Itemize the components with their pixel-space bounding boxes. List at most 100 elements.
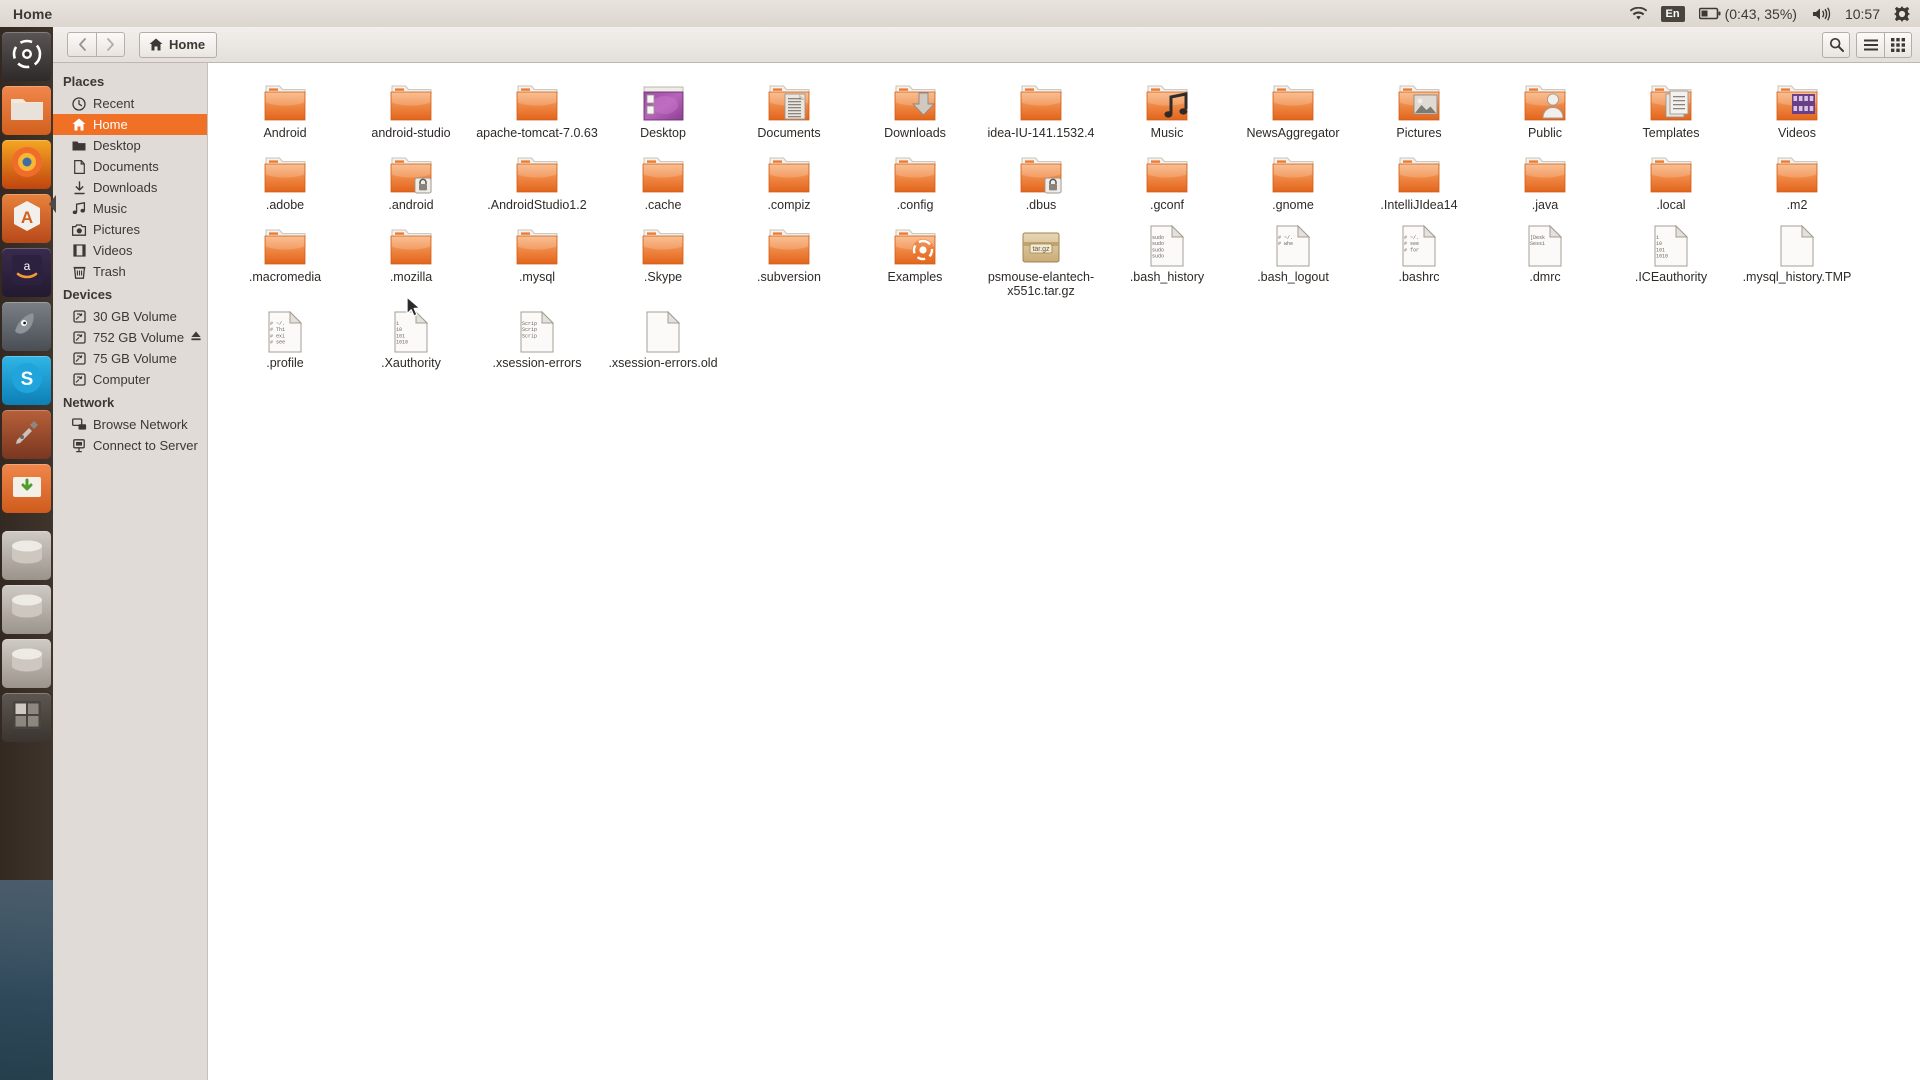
breadcrumb-home[interactable]: Home	[139, 31, 218, 58]
icon-view-button[interactable]	[1884, 31, 1912, 58]
clock[interactable]: 10:57	[1845, 6, 1880, 22]
file-item[interactable]: .mysql	[474, 217, 600, 298]
launcher-item-volume-752gb[interactable]	[2, 585, 51, 634]
forward-button[interactable]	[96, 32, 125, 57]
document-icon	[71, 159, 87, 175]
volume-icon[interactable]	[1811, 6, 1831, 21]
sidebar-item-home[interactable]: Home	[53, 114, 207, 135]
folder-icon	[513, 148, 561, 196]
file-item[interactable]: Pictures	[1356, 73, 1482, 140]
svg-text:10: 10	[396, 327, 402, 333]
file-item[interactable]: android-studio	[348, 73, 474, 140]
file-label: .xsession-errors.old	[608, 356, 718, 370]
file-item[interactable]: Public	[1482, 73, 1608, 140]
text-icon: 1 10 101 1010	[1647, 220, 1695, 268]
file-item[interactable]: Android	[222, 73, 348, 140]
sidebar-item-videos[interactable]: Videos	[53, 240, 207, 261]
sidebar-item-recent[interactable]: Recent	[53, 93, 207, 114]
file-item[interactable]: # ~/. # see # for .bashrc	[1356, 217, 1482, 298]
files-nautilus-icon	[10, 94, 44, 127]
sidebar-item-documents[interactable]: Documents	[53, 156, 207, 177]
launcher-item-skype[interactable]: S	[2, 356, 51, 405]
file-item[interactable]: .adobe	[222, 145, 348, 212]
file-label: .mozilla	[389, 270, 433, 284]
launcher-item-workspace-switcher[interactable]	[2, 693, 51, 742]
file-item[interactable]: Desktop	[600, 73, 726, 140]
sidebar-item-752-gb-volume[interactable]: 752 GB Volume	[53, 327, 207, 348]
file-item[interactable]: NewsAggregator	[1230, 73, 1356, 140]
file-item[interactable]: .IntelliJIdea14	[1356, 145, 1482, 212]
file-item[interactable]: .compiz	[726, 145, 852, 212]
eject-icon[interactable]	[190, 330, 202, 345]
grid-icon	[1891, 37, 1905, 52]
launcher-item-software-updater[interactable]	[2, 464, 51, 513]
file-item[interactable]: .gconf	[1104, 145, 1230, 212]
sidebar-item-browse-network[interactable]: Browse Network	[53, 414, 207, 435]
sidebar-item-30-gb-volume[interactable]: 30 GB Volume	[53, 306, 207, 327]
file-item[interactable]: .macromedia	[222, 217, 348, 298]
svg-text:# for: # for	[1404, 247, 1419, 253]
file-item[interactable]: apache-tomcat-7.0.63	[474, 73, 600, 140]
file-item[interactable]: .local	[1608, 145, 1734, 212]
file-item[interactable]: Examples	[852, 217, 978, 298]
file-item[interactable]: # ~/. # whe .bash_logout	[1230, 217, 1356, 298]
launcher-item-amazon[interactable]: a	[2, 248, 51, 297]
file-item[interactable]: .gnome	[1230, 145, 1356, 212]
launcher-item-gimp[interactable]	[2, 302, 51, 351]
list-icon	[1863, 39, 1878, 50]
file-item[interactable]: .android	[348, 145, 474, 212]
sidebar-item-music[interactable]: Music	[53, 198, 207, 219]
file-item[interactable]: .AndroidStudio1.2	[474, 145, 600, 212]
launcher-item-ubuntu-dash[interactable]	[2, 32, 51, 81]
file-item[interactable]: [Desk Sessi .dmrc	[1482, 217, 1608, 298]
file-item[interactable]: # ~/. # Thi # exi # see .profile	[222, 303, 348, 370]
sidebar-item-label: Videos	[93, 243, 133, 258]
sidebar-item-downloads[interactable]: Downloads	[53, 177, 207, 198]
file-item[interactable]: Downloads	[852, 73, 978, 140]
sidebar-resize-handle[interactable]	[48, 193, 57, 215]
search-button[interactable]	[1822, 31, 1850, 58]
file-item[interactable]: Music	[1104, 73, 1230, 140]
file-item[interactable]: Templates	[1608, 73, 1734, 140]
file-item[interactable]: sudo sudo sudo sudo .bash_history	[1104, 217, 1230, 298]
file-item[interactable]: idea-IU-141.1532.4	[978, 73, 1104, 140]
sidebar-item-desktop[interactable]: Desktop	[53, 135, 207, 156]
icon-view[interactable]: Android android-studio apache-tomcat-7.0.6…	[208, 63, 1920, 1080]
file-item[interactable]: 1 10 101 1010 .ICEauthority	[1608, 217, 1734, 298]
file-item[interactable]: 1 10 101 1010 .Xauthority	[348, 303, 474, 370]
file-item[interactable]: tar.gz psmouse-elantech-x551c.tar.gz	[978, 217, 1104, 298]
file-item[interactable]: .mozilla	[348, 217, 474, 298]
sidebar-item-connect-to-server[interactable]: Connect to Server	[53, 435, 207, 456]
sidebar-item-computer[interactable]: Computer	[53, 369, 207, 390]
file-item[interactable]: .m2	[1734, 145, 1860, 212]
launcher-item-ubuntu-software-center[interactable]: A	[2, 194, 51, 243]
launcher-item-system-settings[interactable]	[2, 410, 51, 459]
file-item[interactable]: .cache	[600, 145, 726, 212]
file-item[interactable]: Videos	[1734, 73, 1860, 140]
launcher-item-firefox[interactable]	[2, 140, 51, 189]
back-button[interactable]	[67, 32, 96, 57]
sidebar-item-trash[interactable]: Trash	[53, 261, 207, 282]
launcher-item-volume-30gb[interactable]	[2, 531, 51, 580]
launcher-item-files-nautilus[interactable]	[2, 86, 51, 135]
file-item[interactable]: .config	[852, 145, 978, 212]
gear-icon[interactable]	[1894, 5, 1910, 22]
file-label: .dbus	[1025, 198, 1057, 212]
file-item[interactable]: .Skype	[600, 217, 726, 298]
file-item[interactable]: .dbus	[978, 145, 1104, 212]
sidebar-item-pictures[interactable]: Pictures	[53, 219, 207, 240]
battery-indicator[interactable]: (0:43, 35%)	[1698, 6, 1797, 22]
sidebar-item-75-gb-volume[interactable]: 75 GB Volume	[53, 348, 207, 369]
file-label: Examples	[887, 270, 943, 284]
list-view-button[interactable]	[1856, 31, 1884, 58]
text-icon: 1 10 101 1010	[387, 306, 435, 354]
file-item[interactable]: .subversion	[726, 217, 852, 298]
file-item[interactable]: .xsession-errors.old	[600, 303, 726, 370]
launcher-item-volume-75gb[interactable]	[2, 639, 51, 688]
file-item[interactable]: Scrip Scrip Scrip .xsession-errors	[474, 303, 600, 370]
wifi-icon[interactable]	[1629, 6, 1647, 21]
file-item[interactable]: .java	[1482, 145, 1608, 212]
file-item[interactable]: .mysql_history.TMP	[1734, 217, 1860, 298]
file-item[interactable]: Documents	[726, 73, 852, 140]
keyboard-layout-indicator[interactable]: En	[1660, 5, 1685, 22]
